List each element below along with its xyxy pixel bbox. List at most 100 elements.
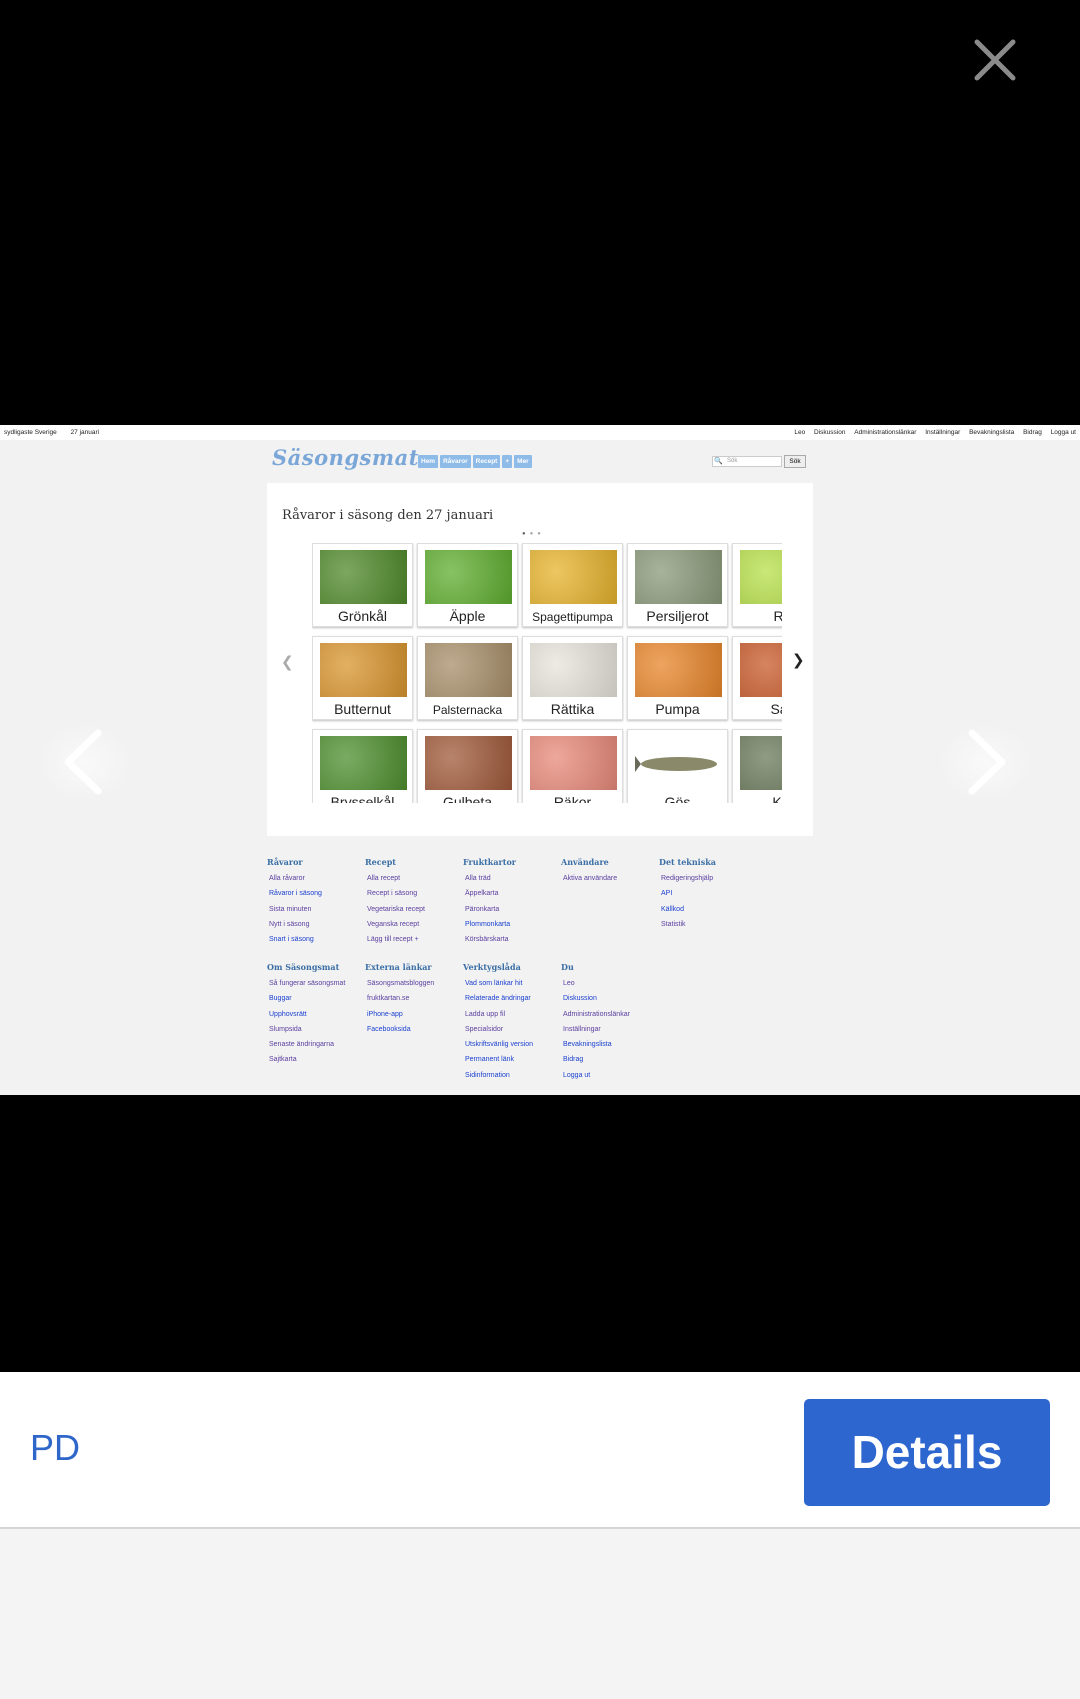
footer-heading: Verktygslåda	[463, 962, 521, 972]
footer-link: Bevakningslista	[563, 1041, 612, 1049]
produce-card: Gulbeta	[417, 729, 518, 803]
footer-column: Externa länkar Säsongsmatsbloggen fruktkar…	[365, 962, 460, 1037]
produce-image	[530, 550, 617, 604]
footer-link: Källkod	[661, 905, 684, 913]
produce-label: Persiljerot	[646, 608, 709, 624]
topbar-link: Bidrag	[1023, 429, 1042, 436]
footer-heading: Om Säsongsmat	[267, 962, 340, 972]
footer-heading: Det tekniska	[659, 857, 716, 867]
produce-label: Kål	[772, 794, 782, 803]
site-logo: Säsongsmat	[272, 445, 419, 470]
produce-label: Räkor	[553, 794, 592, 803]
footer-link: Sajtkarta	[269, 1056, 297, 1064]
content-panel: Råvaror i säsong den 27 januari ●●● ❮ ❯ …	[267, 483, 813, 836]
produce-label: Spagettipumpa	[532, 610, 613, 624]
footer-link: Sista minuten	[269, 905, 312, 913]
footer-link: Recept i säsong	[367, 890, 418, 898]
footer-link: Lägg till recept +	[367, 936, 419, 944]
prev-image-button[interactable]	[40, 725, 130, 800]
footer-link: Redigeringshjälp	[661, 875, 714, 882]
footer-link: Aktiva användare	[563, 875, 618, 882]
license-label[interactable]: PD	[30, 1427, 80, 1469]
produce-label: Sav	[770, 701, 782, 717]
menu-item: +	[502, 455, 513, 468]
produce-card: Kål	[732, 729, 782, 803]
produce-grid: Grönkål Äpple Spagettipumpa Persiljerot Rö Bu…	[312, 543, 782, 803]
screenshot-image: sydligaste Sverige 27 januari Leo Diskus…	[0, 425, 1080, 1095]
close-icon[interactable]	[965, 30, 1025, 90]
footer-link: Plommonkarta	[465, 920, 511, 928]
footer-link: Snart i säsong	[269, 936, 314, 944]
footer-link: Veganska recept	[367, 920, 420, 928]
footer-link: Så fungerar säsongsmat	[269, 980, 346, 987]
site-search-button: Sök	[784, 455, 806, 468]
footer-link: Statistik	[661, 920, 686, 928]
footer-link: Diskussion	[563, 995, 597, 1003]
footer-column: Recept Alla recept Recept i säsong Vegetari…	[365, 857, 460, 947]
produce-label: Rättika	[550, 701, 595, 717]
produce-image	[425, 550, 512, 604]
footer-link: Administrationslänkar	[563, 1010, 630, 1018]
produce-card: Gös	[627, 729, 728, 803]
topbar-link: Diskussion	[814, 429, 846, 436]
topbar-link: Administrationslänkar	[854, 429, 917, 436]
topbar-link: Leo	[794, 429, 806, 436]
produce-image	[425, 643, 512, 697]
footer-link: Alla recept	[367, 875, 401, 882]
topbar-link: Bevakningslista	[969, 429, 1015, 436]
footer-link: Alla träd	[465, 875, 491, 882]
footer-link: Buggar	[269, 995, 292, 1003]
produce-label: Äpple	[449, 608, 486, 624]
topbar-date: 27 januari	[70, 429, 100, 436]
produce-card: Rö	[732, 543, 782, 627]
footer-column: Användare Aktiva användare	[561, 857, 656, 886]
details-button[interactable]: Details	[804, 1399, 1050, 1506]
produce-label: Pumpa	[655, 701, 700, 717]
produce-card: Sav	[732, 636, 782, 720]
carousel-next-icon: ❯	[792, 652, 805, 669]
topbar-link: Inställningar	[925, 429, 961, 436]
produce-card: Butternut	[312, 636, 413, 720]
produce-image	[740, 643, 782, 697]
produce-image	[635, 550, 722, 604]
footer-link: Leo	[563, 980, 575, 987]
produce-image	[740, 736, 782, 790]
produce-label: Rö	[773, 608, 782, 624]
footer-link: Ladda upp fil	[465, 1010, 506, 1018]
footer-link: Bidrag	[563, 1056, 584, 1064]
footer-link: Facebooksida	[367, 1025, 411, 1033]
produce-card: Pumpa	[627, 636, 728, 720]
next-image-button[interactable]	[940, 725, 1030, 800]
produce-card: Palsternacka	[417, 636, 518, 720]
footer-link: Päronkarta	[465, 905, 500, 913]
footer-column: Om Säsongsmat Så fungerar säsongsmat Bugga…	[267, 962, 362, 1068]
footer-column: Råvaror Alla råvaror Råvaror i säsong Sista…	[267, 857, 362, 947]
produce-card: Räkor	[522, 729, 623, 803]
footer-link: Nytt i säsong	[269, 920, 310, 928]
footer-heading: Externa länkar	[365, 962, 432, 972]
footer-heading: Användare	[561, 857, 609, 867]
carousel-dots: ●●●	[522, 531, 545, 537]
footer-link: Utskriftsvänlig version	[465, 1041, 534, 1049]
produce-label: Gulbeta	[442, 794, 493, 803]
footer-link: Säsongsmatsbloggen	[367, 980, 435, 987]
produce-card: Grönkål	[312, 543, 413, 627]
footer-column: Fruktkartor Alla träd Äppelkarta Päronkarta…	[463, 857, 558, 947]
produce-card: Rättika	[522, 636, 623, 720]
topbar-region: sydligaste Sverige	[4, 429, 57, 436]
footer-heading: Du	[561, 962, 574, 972]
footer-link: Äppelkarta	[465, 890, 499, 898]
produce-label: Grönkål	[337, 608, 388, 624]
carousel-prev-icon: ❮	[281, 654, 294, 671]
footer-heading: Fruktkartor	[463, 857, 516, 867]
footer-column: Det tekniska Redigeringshjälp API Källkod St…	[659, 857, 754, 932]
footer-link: Upphovsrätt	[269, 1010, 307, 1018]
footer-link: Vad som länkar hit	[465, 980, 523, 987]
footer-heading: Råvaror	[267, 857, 303, 867]
menu-item: Mer	[514, 455, 532, 468]
site-topbar: sydligaste Sverige 27 januari Leo Diskus…	[0, 425, 1080, 440]
footer-link: Relaterade ändringar	[465, 995, 531, 1003]
info-bar: PD Details	[0, 1372, 1080, 1529]
produce-card: Spagettipumpa	[522, 543, 623, 627]
footer-link: fruktkartan.se	[367, 995, 410, 1003]
